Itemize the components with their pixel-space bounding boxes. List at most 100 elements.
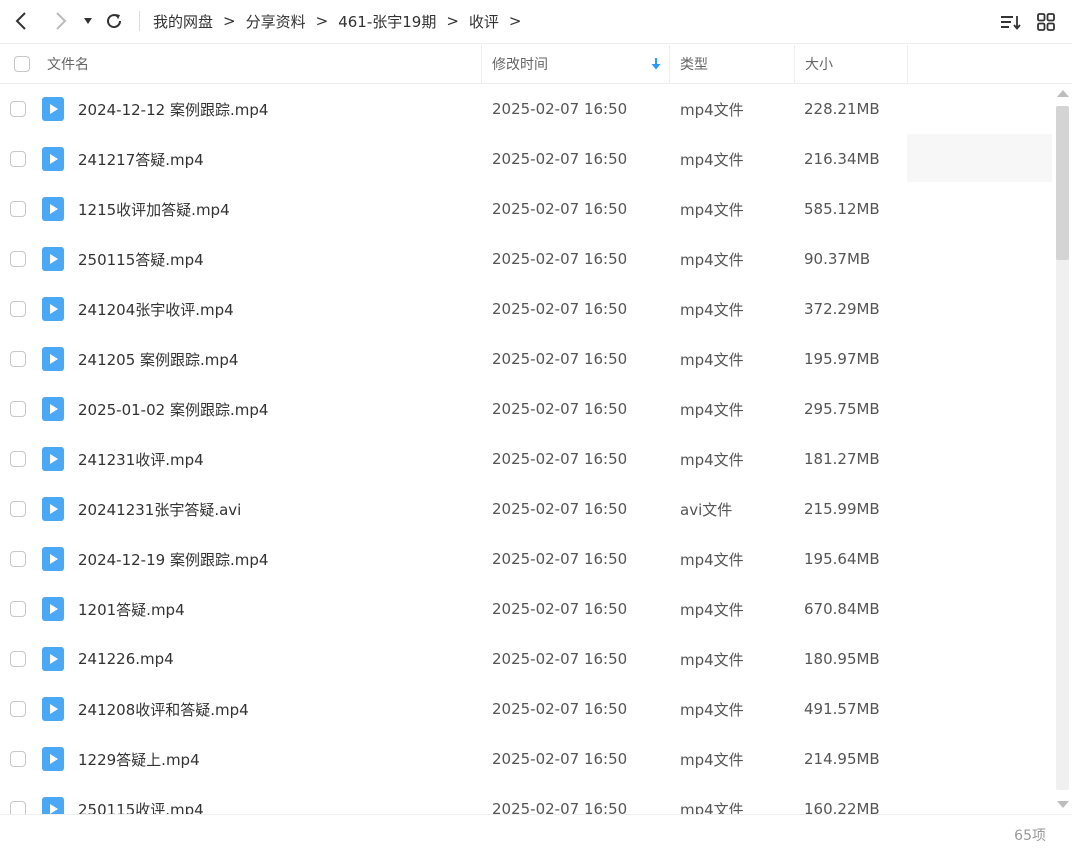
row-checkbox[interactable]: [10, 401, 26, 417]
row-checkbox[interactable]: [10, 551, 26, 567]
file-name[interactable]: 2025-01-02 案例跟踪.mp4: [78, 384, 268, 434]
row-checkbox[interactable]: [10, 801, 26, 814]
file-name[interactable]: 1229答疑上.mp4: [78, 734, 200, 784]
file-icon-cell: [42, 584, 64, 634]
scroll-down-arrow-icon[interactable]: [1057, 801, 1069, 808]
row-checkbox[interactable]: [10, 601, 26, 617]
column-divider[interactable]: [794, 45, 795, 83]
file-icon-cell: [42, 134, 64, 184]
row-checkbox-cell[interactable]: [10, 634, 26, 684]
breadcrumb-item-home[interactable]: 我的网盘: [153, 11, 213, 32]
forward-button[interactable]: [50, 8, 72, 34]
row-checkbox[interactable]: [10, 301, 26, 317]
row-checkbox-cell[interactable]: [10, 134, 26, 184]
column-header-size[interactable]: 大小: [805, 45, 833, 83]
scrollbar-thumb[interactable]: [1056, 106, 1069, 260]
row-checkbox-cell[interactable]: [10, 684, 26, 734]
table-row[interactable]: 250115收评.mp4 2025-02-07 16:50 mp4文件 160.22M…: [0, 784, 1052, 814]
row-checkbox-cell[interactable]: [10, 584, 26, 634]
back-button[interactable]: [10, 8, 32, 34]
row-checkbox[interactable]: [10, 101, 26, 117]
row-checkbox[interactable]: [10, 151, 26, 167]
file-name[interactable]: 241208收评和答疑.mp4: [78, 684, 249, 734]
file-name[interactable]: 1201答疑.mp4: [78, 584, 185, 634]
row-checkbox[interactable]: [10, 751, 26, 767]
file-icon-cell: [42, 334, 64, 384]
file-type: mp4文件: [680, 650, 744, 669]
select-all-checkbox[interactable]: [14, 56, 30, 72]
row-checkbox-cell[interactable]: [10, 484, 26, 534]
table-row[interactable]: 241204张宇收评.mp4 2025-02-07 16:50 mp4文件 372.2…: [0, 284, 1052, 334]
table-row[interactable]: 1215收评加答疑.mp4 2025-02-07 16:50 mp4文件 585.12…: [0, 184, 1052, 234]
table-row[interactable]: 2025-01-02 案例跟踪.mp4 2025-02-07 16:50 mp4文件…: [0, 384, 1052, 434]
row-checkbox-cell[interactable]: [10, 234, 26, 284]
file-name[interactable]: 250115答疑.mp4: [78, 234, 204, 284]
refresh-button[interactable]: [104, 8, 124, 34]
table-row[interactable]: 1201答疑.mp4 2025-02-07 16:50 mp4文件 670.84MB: [0, 584, 1052, 634]
file-name[interactable]: 241217答疑.mp4: [78, 134, 204, 184]
row-checkbox[interactable]: [10, 651, 26, 667]
video-file-icon: [42, 747, 64, 771]
row-checkbox-cell[interactable]: [10, 284, 26, 334]
file-modified-time: 2025-02-07 16:50: [492, 150, 628, 168]
row-checkbox-cell[interactable]: [10, 784, 26, 814]
row-checkbox-cell[interactable]: [10, 434, 26, 484]
row-checkbox[interactable]: [10, 201, 26, 217]
table-row[interactable]: 241231收评.mp4 2025-02-07 16:50 mp4文件 181.27M…: [0, 434, 1052, 484]
table-row[interactable]: 1229答疑上.mp4 2025-02-07 16:50 mp4文件 214.95MB: [0, 734, 1052, 784]
file-size: 90.37MB: [804, 250, 871, 268]
table-row[interactable]: 241226.mp4 2025-02-07 16:50 mp4文件 180.95MB: [0, 634, 1052, 684]
caret-down-icon: [84, 18, 92, 24]
table-row[interactable]: 2024-12-19 案例跟踪.mp4 2025-02-07 16:50 mp4文件…: [0, 534, 1052, 584]
row-checkbox-cell[interactable]: [10, 534, 26, 584]
scroll-up-arrow-icon[interactable]: [1057, 90, 1069, 97]
sort-button[interactable]: [999, 10, 1023, 34]
column-divider[interactable]: [481, 45, 482, 83]
sort-direction-icon[interactable]: [651, 45, 661, 83]
column-header-name[interactable]: 文件名: [47, 45, 89, 83]
row-checkbox[interactable]: [10, 351, 26, 367]
vertical-scrollbar[interactable]: [1054, 84, 1072, 814]
file-type: mp4文件: [680, 750, 744, 769]
file-name[interactable]: 241231收评.mp4: [78, 434, 204, 484]
column-header-type[interactable]: 类型: [680, 45, 708, 83]
file-name[interactable]: 241204张宇收评.mp4: [78, 284, 234, 334]
column-header-time[interactable]: 修改时间: [492, 45, 548, 83]
table-row[interactable]: 250115答疑.mp4 2025-02-07 16:50 mp4文件 90.37MB: [0, 234, 1052, 284]
row-checkbox-cell[interactable]: [10, 84, 26, 134]
row-checkbox[interactable]: [10, 501, 26, 517]
breadcrumb-item-course[interactable]: 461-张宇19期: [338, 11, 436, 32]
table-row[interactable]: 241208收评和答疑.mp4 2025-02-07 16:50 mp4文件 491.…: [0, 684, 1052, 734]
file-type: mp4文件: [680, 800, 744, 815]
table-row[interactable]: 241205 案例跟踪.mp4 2025-02-07 16:50 mp4文件 195.…: [0, 334, 1052, 384]
file-size: 215.99MB: [804, 500, 880, 518]
column-divider[interactable]: [669, 45, 670, 83]
file-name[interactable]: 20241231张宇答疑.avi: [78, 484, 241, 534]
grid-view-button[interactable]: [1034, 10, 1058, 34]
table-row[interactable]: 241217答疑.mp4 2025-02-07 16:50 mp4文件 216.34M…: [0, 134, 1052, 184]
file-name[interactable]: 250115收评.mp4: [78, 784, 204, 815]
column-divider[interactable]: [907, 45, 908, 83]
row-checkbox-cell[interactable]: [10, 384, 26, 434]
select-all-checkbox-cell[interactable]: [14, 45, 30, 83]
table-row[interactable]: 2024-12-12 案例跟踪.mp4 2025-02-07 16:50 mp4文件…: [0, 84, 1052, 134]
file-name[interactable]: 1215收评加答疑.mp4: [78, 184, 230, 234]
file-size: 181.27MB: [804, 450, 880, 468]
row-checkbox-cell[interactable]: [10, 334, 26, 384]
file-name[interactable]: 241226.mp4: [78, 634, 174, 684]
file-name[interactable]: 2024-12-12 案例跟踪.mp4: [78, 84, 268, 134]
row-checkbox[interactable]: [10, 701, 26, 717]
row-checkbox[interactable]: [10, 451, 26, 467]
history-dropdown[interactable]: [81, 8, 95, 34]
file-modified-time: 2025-02-07 16:50: [492, 100, 628, 118]
file-name[interactable]: 2024-12-19 案例跟踪.mp4: [78, 534, 268, 584]
row-checkbox-cell[interactable]: [10, 184, 26, 234]
breadcrumb-item-shared[interactable]: 分享资料: [246, 11, 306, 32]
file-name[interactable]: 241205 案例跟踪.mp4: [78, 334, 238, 384]
breadcrumb-item-current[interactable]: 收评: [469, 11, 499, 32]
row-checkbox[interactable]: [10, 251, 26, 267]
table-row[interactable]: 20241231张宇答疑.avi 2025-02-07 16:50 avi文件 215…: [0, 484, 1052, 534]
row-checkbox-cell[interactable]: [10, 734, 26, 784]
breadcrumb-separator[interactable]: >: [509, 12, 522, 30]
file-type: mp4文件: [680, 450, 744, 469]
